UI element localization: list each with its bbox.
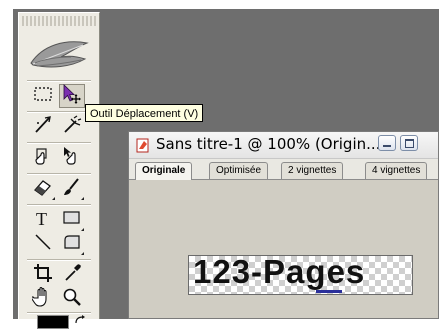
tooltip-text: Outil Déplacement (V) — [90, 108, 199, 120]
line-tool[interactable] — [30, 232, 56, 256]
toolbox-separator — [27, 173, 91, 174]
rectangle-tool[interactable] — [59, 208, 85, 232]
magic-wand-tool[interactable] — [59, 114, 85, 141]
zoom-tool-icon — [61, 286, 83, 313]
swap-colors-icon[interactable] — [73, 312, 87, 324]
tool-group-indicator — [81, 252, 84, 255]
crop-tool-2-icon — [32, 262, 54, 289]
lasso-tool[interactable] — [30, 115, 56, 139]
crop-tool[interactable] — [30, 146, 56, 170]
marquee-tool[interactable] — [30, 84, 56, 108]
slice-select-tool[interactable] — [59, 146, 85, 170]
toolbox-separator — [27, 204, 91, 205]
brush-tool[interactable] — [59, 177, 85, 201]
rectangle-tool-icon — [61, 207, 83, 234]
eraser-tool[interactable] — [30, 177, 56, 201]
svg-text:T: T — [36, 209, 47, 229]
feather-logo-icon[interactable] — [27, 33, 91, 77]
toolbox-separator — [27, 259, 91, 260]
brush-tool-icon — [61, 176, 83, 203]
marquee-tool-icon — [32, 83, 54, 110]
toolbox-grip[interactable] — [22, 16, 96, 26]
tooltip: Outil Déplacement (V) — [85, 104, 204, 122]
zoom-tool[interactable] — [59, 287, 85, 311]
slice-select-tool-icon — [61, 145, 83, 172]
shape-tool[interactable] — [59, 232, 85, 256]
eyedropper-tool-icon — [61, 262, 83, 289]
hand-tool[interactable] — [30, 286, 56, 313]
tool-group-indicator — [52, 197, 55, 200]
toolbox-separator — [27, 111, 91, 112]
toolbox: T — [18, 12, 100, 329]
tab-2-vignettes[interactable]: 2 vignettes — [281, 162, 344, 179]
line-tool-icon — [32, 231, 54, 258]
toolbox-separator — [27, 80, 91, 81]
canvas-area[interactable]: 123-Pages — [129, 180, 438, 318]
tool-group-indicator — [81, 197, 84, 200]
lasso-tool-icon — [32, 114, 54, 141]
text-cursor-underline — [316, 290, 342, 293]
type-tool[interactable]: T — [30, 208, 56, 232]
eyedropper-tool[interactable] — [59, 263, 85, 287]
canvas-text: 123-Pages — [193, 253, 366, 290]
tab-4-vignettes[interactable]: 4 vignettes — [365, 162, 428, 179]
preview-tabs: Originale Optimisée 2 vignettes 4 vignet… — [129, 159, 438, 180]
move-tool-icon — [61, 83, 83, 110]
type-tool-icon: T — [32, 207, 54, 234]
shape-tool-icon — [61, 231, 83, 258]
eraser-tool-icon — [32, 176, 54, 203]
canvas-artwork[interactable]: 123-Pages — [188, 253, 413, 295]
tab-originale[interactable]: Originale — [135, 162, 193, 180]
foreground-color-swatch[interactable] — [37, 315, 69, 329]
crop-tool-2[interactable] — [30, 263, 56, 287]
document-icon — [135, 137, 151, 153]
tab-optimisee[interactable]: Optimisée — [209, 162, 269, 179]
toolbox-separator — [27, 142, 91, 143]
crop-tool-icon — [32, 145, 54, 172]
document-title: Sans titre-1 @ 100% (Origin... — [156, 135, 381, 153]
document-titlebar[interactable]: Sans titre-1 @ 100% (Origin... — [129, 132, 438, 159]
document-window: Sans titre-1 @ 100% (Origin... Originale… — [128, 131, 439, 319]
hand-tool-icon — [31, 286, 54, 313]
move-tool[interactable] — [59, 83, 85, 110]
magic-wand-tool-icon — [61, 114, 83, 141]
maximize-button[interactable] — [400, 135, 418, 151]
minimize-button[interactable] — [378, 135, 396, 151]
